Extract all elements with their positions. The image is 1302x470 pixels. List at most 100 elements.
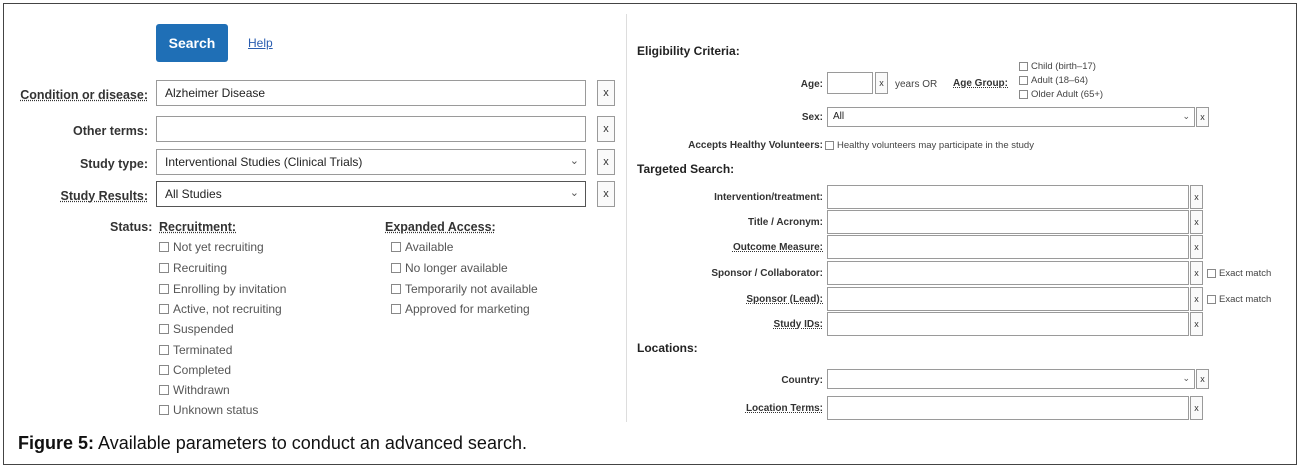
sponsor-collaborator-input[interactable]	[827, 261, 1189, 285]
country-select[interactable]: ⌄	[827, 369, 1195, 389]
checkbox[interactable]	[1207, 269, 1216, 278]
location-terms-input[interactable]	[827, 396, 1189, 420]
outcome-measure-input[interactable]	[827, 235, 1189, 259]
exact-match-option[interactable]: Exact match	[1207, 294, 1271, 305]
age-group-label: Age Group:	[953, 78, 1008, 89]
chevron-down-icon: ⌄	[1182, 373, 1190, 383]
figure-caption-text: Available parameters to conduct an advan…	[94, 433, 527, 453]
study-type-value: Interventional Studies (Clinical Trials)	[165, 155, 363, 169]
basic-search-panel: Search Help Condition or disease: Alzhei…	[14, 14, 620, 422]
study-results-label: Study Results:	[60, 189, 148, 203]
age-group-option[interactable]: Adult (18–64)	[1019, 75, 1088, 86]
study-ids-clear-button[interactable]: x	[1190, 312, 1203, 336]
country-label: Country:	[781, 375, 823, 386]
recruitment-option[interactable]: Withdrawn	[159, 383, 230, 397]
age-input[interactable]	[827, 72, 873, 94]
expanded-access-heading: Expanded Access:	[385, 220, 496, 234]
study-ids-input[interactable]	[827, 312, 1189, 336]
eligibility-heading: Eligibility Criteria:	[637, 44, 740, 58]
title-acronym-input[interactable]	[827, 210, 1189, 234]
checkbox[interactable]	[1019, 90, 1028, 99]
sponsor-lead-clear-button[interactable]: x	[1190, 287, 1203, 311]
recruitment-option[interactable]: Suspended	[159, 322, 234, 336]
other-terms-input[interactable]	[156, 116, 586, 142]
recruitment-option[interactable]: Unknown status	[159, 403, 258, 417]
checkbox[interactable]	[159, 385, 169, 395]
intervention-input[interactable]	[827, 185, 1189, 209]
sex-select[interactable]: All ⌄	[827, 107, 1195, 127]
sponsor-lead-input[interactable]	[827, 287, 1189, 311]
study-type-clear-button[interactable]: x	[597, 149, 615, 175]
healthy-volunteers-label: Accepts Healthy Volunteers:	[688, 140, 823, 151]
condition-input[interactable]: Alzheimer Disease	[156, 80, 586, 106]
checkbox[interactable]	[391, 242, 401, 252]
checkbox[interactable]	[159, 365, 169, 375]
targeted-search-heading: Targeted Search:	[637, 162, 735, 176]
study-results-clear-button[interactable]: x	[597, 181, 615, 207]
chevron-down-icon: ⌄	[569, 155, 579, 167]
locations-heading: Locations:	[637, 341, 698, 355]
checkbox[interactable]	[159, 263, 169, 273]
exact-match-option[interactable]: Exact match	[1207, 268, 1271, 279]
expanded-access-option[interactable]: Available	[391, 240, 453, 254]
sponsor-lead-label: Sponsor (Lead):	[746, 294, 823, 305]
search-button[interactable]: Search	[156, 24, 228, 62]
age-clear-button[interactable]: x	[875, 72, 888, 94]
checkbox[interactable]	[159, 324, 169, 334]
sponsor-collaborator-clear-button[interactable]: x	[1190, 261, 1203, 285]
expanded-access-option[interactable]: Temporarily not available	[391, 282, 538, 296]
outcome-measure-clear-button[interactable]: x	[1190, 235, 1203, 259]
recruitment-option[interactable]: Not yet recruiting	[159, 240, 264, 254]
location-terms-clear-button[interactable]: x	[1190, 396, 1203, 420]
chevron-down-icon: ⌄	[1182, 111, 1190, 121]
other-terms-clear-button[interactable]: x	[597, 116, 615, 142]
advanced-search-panel: Eligibility Criteria: Age: x years OR Ag…	[626, 14, 1283, 422]
condition-label: Condition or disease:	[20, 88, 148, 102]
status-label: Status:	[110, 220, 153, 234]
sex-clear-button[interactable]: x	[1196, 107, 1209, 127]
checkbox[interactable]	[1019, 62, 1028, 71]
figure-caption: Figure 5: Available parameters to conduc…	[18, 433, 527, 454]
checkbox[interactable]	[159, 242, 169, 252]
checkbox[interactable]	[159, 284, 169, 294]
checkbox[interactable]	[1019, 76, 1028, 85]
recruitment-option[interactable]: Terminated	[159, 343, 232, 357]
recruitment-heading: Recruitment:	[159, 220, 237, 234]
figure-caption-label: Figure 5:	[18, 433, 95, 453]
healthy-volunteers-option[interactable]: Healthy volunteers may participate in th…	[825, 140, 1034, 151]
recruitment-option[interactable]: Recruiting	[159, 261, 227, 275]
study-ids-label: Study IDs:	[773, 319, 823, 330]
checkbox[interactable]	[825, 141, 834, 150]
recruitment-option[interactable]: Completed	[159, 363, 231, 377]
outcome-measure-label: Outcome Measure:	[732, 242, 823, 253]
age-label: Age:	[800, 79, 823, 90]
study-type-label: Study type:	[79, 157, 148, 171]
location-terms-label: Location Terms:	[745, 403, 823, 414]
checkbox[interactable]	[1207, 295, 1216, 304]
title-acronym-clear-button[interactable]: x	[1190, 210, 1203, 234]
sex-value: All	[833, 111, 845, 122]
checkbox[interactable]	[159, 304, 169, 314]
age-group-option[interactable]: Child (birth–17)	[1019, 61, 1096, 72]
title-acronym-label: Title / Acronym:	[747, 217, 823, 228]
checkbox[interactable]	[391, 284, 401, 294]
sponsor-collaborator-label: Sponsor / Collaborator:	[711, 268, 823, 279]
checkbox[interactable]	[159, 405, 169, 415]
study-type-select[interactable]: Interventional Studies (Clinical Trials)…	[156, 149, 586, 175]
checkbox[interactable]	[159, 345, 169, 355]
intervention-clear-button[interactable]: x	[1190, 185, 1203, 209]
recruitment-option[interactable]: Active, not recruiting	[159, 302, 282, 316]
years-or-text: years OR	[895, 79, 938, 90]
other-terms-label: Other terms:	[72, 124, 148, 138]
help-link[interactable]: Help	[248, 36, 273, 50]
recruitment-option[interactable]: Enrolling by invitation	[159, 282, 286, 296]
expanded-access-option[interactable]: No longer available	[391, 261, 508, 275]
study-results-select[interactable]: All Studies ⌄	[156, 181, 586, 207]
study-results-value: All Studies	[165, 187, 222, 201]
condition-clear-button[interactable]: x	[597, 80, 615, 106]
checkbox[interactable]	[391, 304, 401, 314]
expanded-access-option[interactable]: Approved for marketing	[391, 302, 530, 316]
age-group-option[interactable]: Older Adult (65+)	[1019, 89, 1103, 100]
checkbox[interactable]	[391, 263, 401, 273]
country-clear-button[interactable]: x	[1196, 369, 1209, 389]
